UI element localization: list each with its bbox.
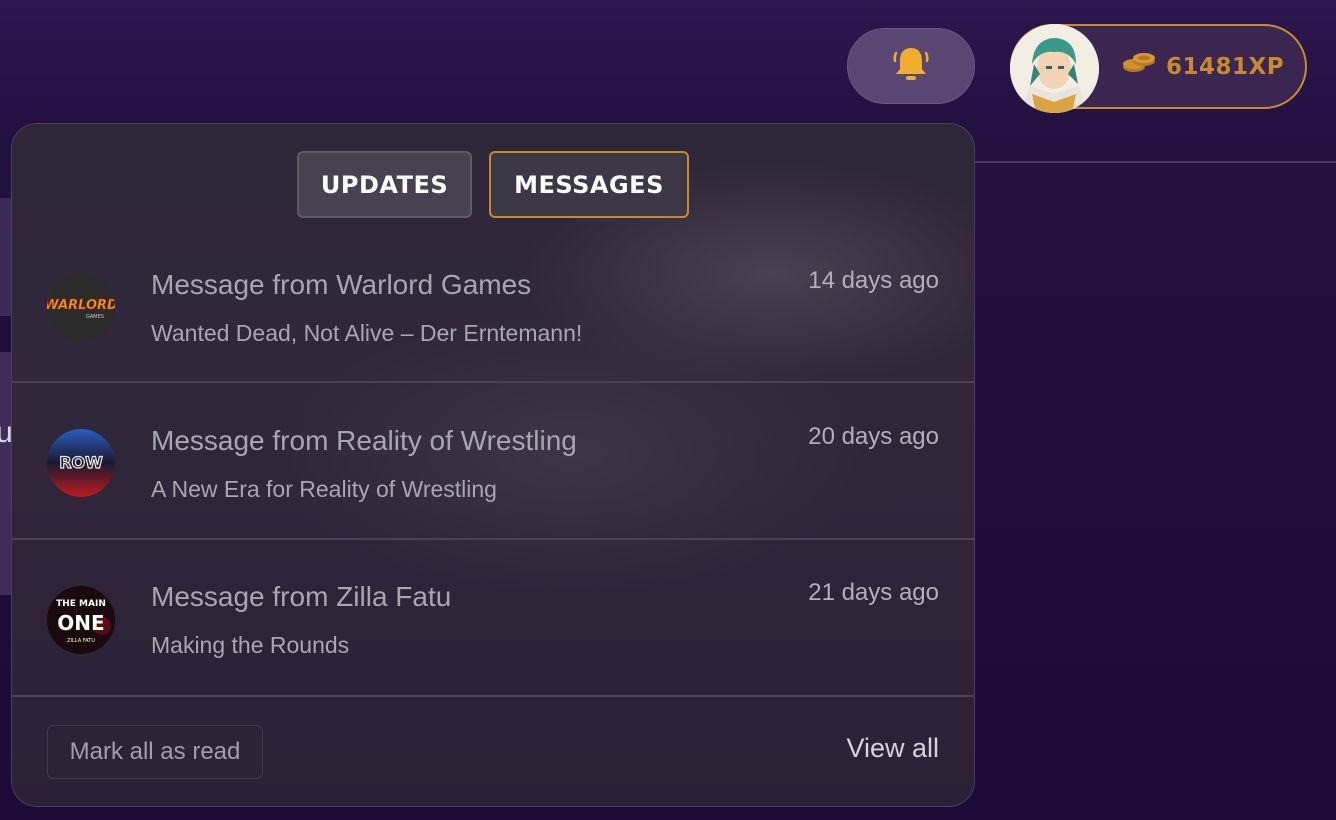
message-time: 21 days ago [808,579,939,606]
message-time: 20 days ago [808,423,939,450]
svg-text:WARLORD: WARLORD [47,298,115,313]
xp-value: 61481XP [1166,53,1285,80]
svg-text:ONE: ONE [57,611,104,635]
reality-of-wrestling-logo: ROW [47,429,115,497]
svg-text:GAMES: GAMES [86,314,104,320]
warlord-games-logo: WARLORD GAMES [47,274,115,342]
xp-display: 61481XP [1122,26,1284,107]
bell-icon [891,44,931,89]
zilla-fatu-logo: THE MAIN ONE ZILLA FATU [47,586,115,654]
header-divider [975,161,1336,163]
message-subtitle: Wanted Dead, Not Alive – Der Erntemann! [151,320,583,346]
tab-messages[interactable]: MESSAGES [489,151,689,218]
svg-text:THE MAIN: THE MAIN [56,599,106,609]
message-title: Message from Zilla Fatu [151,581,452,612]
mark-all-read-button[interactable]: Mark all as read [47,725,263,779]
svg-text:ZILLA FATU: ZILLA FATU [67,638,95,644]
coins-icon [1122,51,1156,82]
message-item[interactable]: ROW Message from Reality of Wrestling A … [12,383,974,540]
notifications-button[interactable] [847,28,975,104]
tab-updates[interactable]: UPDATES [297,151,472,218]
view-all-link[interactable]: View all [846,733,939,764]
avatar[interactable] [1010,24,1099,113]
svg-text:ROW: ROW [59,453,103,472]
message-subtitle: Making the Rounds [151,632,350,658]
message-title: Message from Warlord Games [151,269,532,300]
message-subtitle: A New Era for Reality of Wrestling [151,476,497,502]
message-item[interactable]: THE MAIN ONE ZILLA FATU Message from Zil… [12,540,974,697]
notifications-panel: UPDATES MESSAGES WARLORD GAMES Message f… [11,123,975,807]
message-title: Message from Reality of Wrestling [151,425,577,456]
profile-xp-button[interactable]: 61481XP [1010,24,1307,113]
message-item[interactable]: WARLORD GAMES Message from Warlord Games… [12,226,974,383]
message-time: 14 days ago [808,267,939,294]
